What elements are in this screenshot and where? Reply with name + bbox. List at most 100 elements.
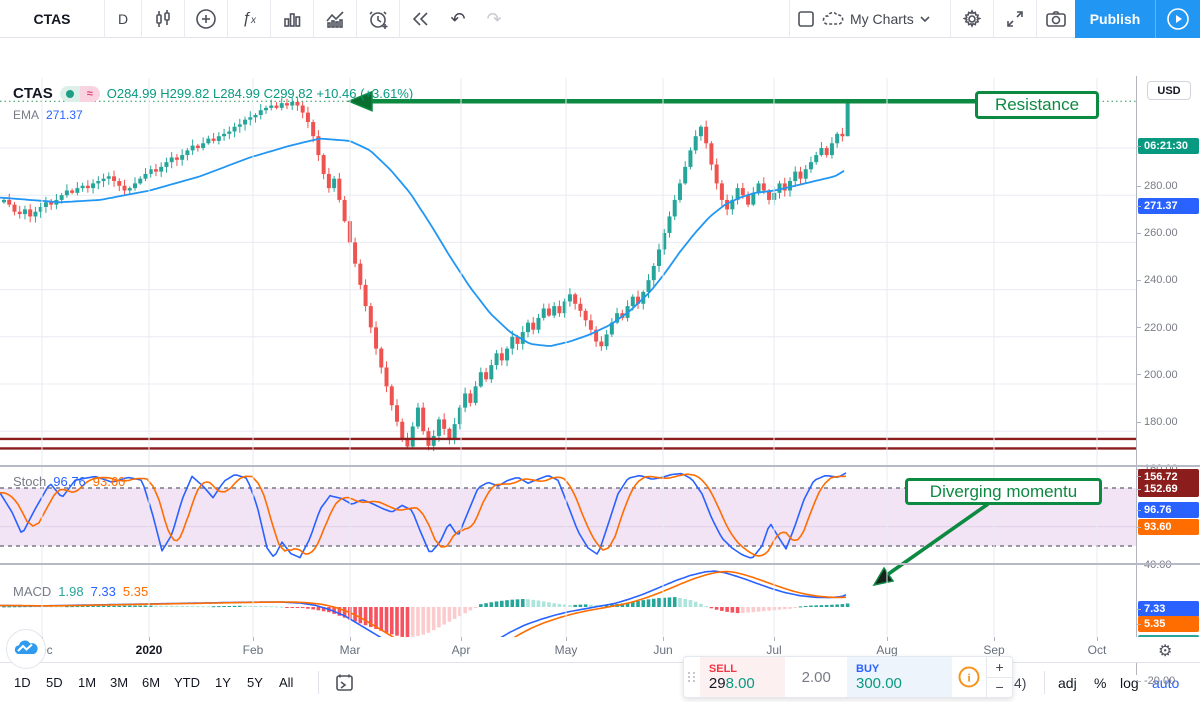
bottom-toolbar: 4) adj % log auto 1D5D1M3M6MYTD1Y5YAll [0,663,1200,702]
spread-value: 2.00 [785,657,847,697]
range-button-6m[interactable]: 6M [142,663,160,702]
logo-icon [13,640,39,658]
my-charts-button[interactable]: My Charts [822,0,948,38]
ohlc-values: O284.99 H299.82 L284.99 C299.82 +10.46 (… [107,86,413,101]
axis-settings-gear-icon[interactable]: ⚙ [1158,641,1172,661]
cloud-icon [822,11,844,27]
range-button-5d[interactable]: 5D [46,663,63,702]
time-axis-label: Mar [340,643,361,657]
settings-button[interactable] [951,0,993,38]
buy-label: BUY [856,663,943,675]
snapshot-button[interactable] [1037,0,1075,38]
drag-dots-icon [688,672,696,682]
macd-line-value: 7.33 [91,584,116,599]
market-status-pill[interactable]: ≈ [60,86,100,102]
macd-tick-label: -20.00 [1144,675,1175,687]
alert-button[interactable] [357,0,399,38]
fx-indicators-icon: ƒx [242,10,256,28]
publish-button[interactable]: Publish [1075,0,1155,38]
ema-legend[interactable]: EMA 271.37 [13,108,83,122]
diverging-momentum-label[interactable]: Diverging momentu [905,478,1102,505]
fullscreen-button[interactable] [994,0,1036,38]
pane-separator[interactable] [0,465,1200,467]
time-axis-label: Jul [766,643,781,657]
tradingview-logo[interactable] [6,629,46,669]
sell-price: 298.00 [709,675,777,692]
trading-app: CTAS D ƒx ↶ ↷ [0,0,1200,702]
countdown-badge: 06:21:30 [1138,138,1199,154]
adjust-toggle[interactable]: adj [1058,663,1077,702]
settings-gear-icon [962,9,982,29]
range-button-1m[interactable]: 1M [78,663,96,702]
drag-handle[interactable] [684,657,700,697]
range-button-all[interactable]: All [279,663,293,702]
my-charts-label: My Charts [850,11,914,27]
stepper-plus-icon[interactable]: + [987,657,1012,678]
camera-icon [1046,10,1066,28]
fullscreen-icon [1006,10,1024,28]
time-axis[interactable]: Dec2020FebMarAprMayJunJulAugSepOct [0,637,1200,663]
play-button[interactable] [1156,0,1200,38]
range-button-ytd[interactable]: YTD [174,663,200,702]
redo-button[interactable]: ↷ [476,0,512,38]
price-tick-label: 280.00 [1144,180,1178,192]
undo-button[interactable]: ↶ [440,0,476,38]
trade-info-button[interactable]: i [952,657,986,697]
time-axis-label: Sep [983,643,1004,657]
macd-hist-value: 1.98 [58,584,83,599]
templates-button[interactable] [271,0,313,38]
symbol-search-button[interactable]: CTAS [0,0,104,38]
indicators-button[interactable]: ƒx [228,0,270,38]
play-circle-icon [1166,7,1190,31]
compare-button[interactable] [185,0,227,38]
undo-icon: ↶ [450,9,465,30]
range-button-3m[interactable]: 3M [110,663,128,702]
interval-button[interactable]: D [105,0,141,38]
resistance-label[interactable]: Resistance [975,91,1099,119]
price-axis[interactable]: USD 06:21:30280.00260.00240.00220.00200.… [1136,76,1200,675]
percent-toggle[interactable]: % [1094,663,1106,702]
time-axis-label: Apr [452,643,471,657]
ema-value: 271.37 [46,108,83,122]
trade-panel[interactable]: SELL 298.00 2.00 BUY 300.00 i + − [683,656,1013,698]
chart-canvas[interactable] [0,76,1136,675]
buy-price: 300.00 [856,675,943,692]
replay-button[interactable] [400,0,440,38]
stoch-k-value: 96.76 [53,474,86,489]
time-axis-label: Aug [876,643,897,657]
plus-circle-icon [195,8,217,30]
price-tick-label: 180.00 [1144,416,1178,428]
layout-square-icon [797,10,815,28]
layout-button[interactable] [790,0,822,38]
stoch-k-badge: 96.76 [1138,502,1199,518]
trend-icon [325,9,345,29]
rewind-icon [410,9,430,29]
time-axis-label: Feb [243,643,264,657]
stoch-label: Stoch [13,474,46,489]
time-axis-label: Oct [1088,643,1107,657]
currency-button[interactable]: USD [1147,81,1191,100]
range-button-5y[interactable]: 5Y [247,663,263,702]
stoch-legend[interactable]: Stoch 96.76 93.60 [13,474,125,489]
pane-separator[interactable] [0,563,1200,565]
buy-button[interactable]: BUY 300.00 [847,657,952,697]
quantity-stepper[interactable]: + − [986,657,1012,697]
price-tick-label: 220.00 [1144,322,1178,334]
macd-legend[interactable]: MACD 1.98 7.33 5.35 [13,584,148,599]
chevron-down-icon [920,16,930,23]
macd-label: MACD [13,584,51,599]
timezone-partial-text[interactable]: 4) [1014,663,1026,702]
price-tick-label: 260.00 [1144,227,1178,239]
stoch-d-badge: 93.60 [1138,519,1199,535]
macd-signal-value: 5.35 [123,584,148,599]
range-button-1y[interactable]: 1Y [215,663,231,702]
sell-button[interactable]: SELL 298.00 [700,657,786,697]
stepper-minus-icon[interactable]: − [987,678,1012,698]
forecast-button[interactable] [314,0,356,38]
chart-region[interactable]: CTAS ≈ O284.99 H299.82 L284.99 C299.82 +… [0,38,1200,663]
goto-date-button[interactable] [326,663,362,702]
ema-label: EMA [13,108,39,122]
chart-type-button[interactable] [142,0,184,38]
symbol-legend[interactable]: CTAS ≈ O284.99 H299.82 L284.99 C299.82 +… [13,85,413,102]
svg-text:i: i [968,671,972,685]
